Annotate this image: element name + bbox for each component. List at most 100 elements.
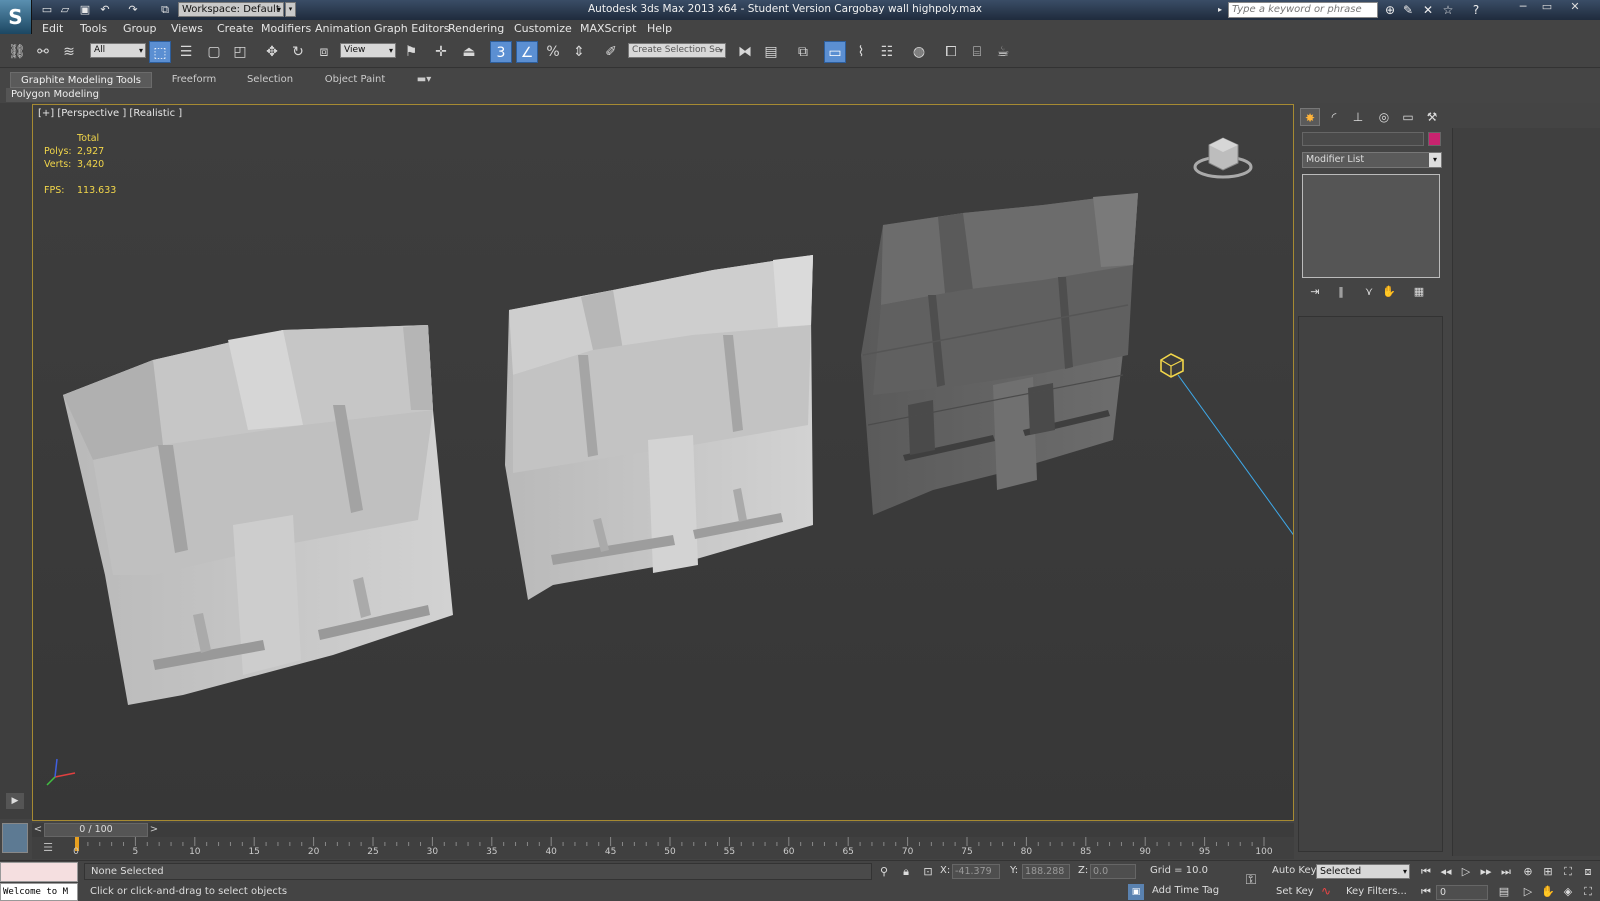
viewcube-icon[interactable]	[1193, 137, 1253, 179]
expand-arrow-icon[interactable]: ▶	[6, 793, 24, 809]
previous-frame-button-icon[interactable]: ◂◂	[1438, 864, 1454, 880]
add-time-tag-button[interactable]: Add Time Tag	[1152, 885, 1219, 896]
menu-create[interactable]: Create	[217, 22, 254, 35]
render-production-icon[interactable]: ☕	[992, 41, 1014, 63]
select-move-icon[interactable]: ✥	[261, 41, 283, 63]
key-mode-dropdown[interactable]: Selected ▾	[1316, 864, 1410, 879]
rectangular-selection-icon[interactable]: ▢	[203, 41, 225, 63]
angle-snap-icon[interactable]: ∠	[516, 41, 538, 63]
time-tag-icon[interactable]: ▣	[1128, 884, 1144, 900]
orbit-icon[interactable]: ◈	[1560, 884, 1576, 900]
schematic-view-icon[interactable]: ☷	[876, 41, 898, 63]
utilities-tab-icon[interactable]: ⚒	[1422, 108, 1442, 126]
remove-modifier-icon[interactable]: ✋	[1380, 284, 1398, 300]
unlink-icon[interactable]: ⚯	[32, 41, 54, 63]
zoom-extents-icon[interactable]: ⛶	[1560, 864, 1576, 880]
select-object-icon[interactable]: ⬚	[149, 41, 171, 63]
select-link-icon[interactable]: ⛓	[6, 41, 28, 63]
y-coord-field[interactable]: 188.288	[1022, 864, 1070, 879]
wall-model-2[interactable]	[505, 255, 813, 600]
modifier-stack[interactable]	[1302, 174, 1440, 278]
menu-modifiers[interactable]: Modifiers	[261, 22, 311, 35]
object-name-input[interactable]	[1302, 132, 1424, 146]
menu-help[interactable]: Help	[647, 22, 672, 35]
make-unique-icon[interactable]: ⋎	[1360, 284, 1378, 300]
workspace-dropdown[interactable]: Workspace: Default ▾	[178, 2, 284, 17]
render-setup-icon[interactable]: ⧠	[940, 41, 962, 63]
minimize-button[interactable]: ─	[1512, 1, 1534, 15]
selection-lock-icon[interactable]: 🔒︎	[898, 864, 914, 879]
go-to-start-icon[interactable]: ⏮	[1418, 864, 1434, 880]
menu-rendering[interactable]: Rendering	[448, 22, 504, 35]
time-slider[interactable]: < 0 / 100 >	[32, 823, 1294, 837]
next-frame-icon[interactable]: >	[148, 823, 160, 837]
rendered-frame-window-icon[interactable]: ⌸	[966, 41, 988, 63]
menu-group[interactable]: Group	[123, 22, 157, 35]
hierarchy-tab-icon[interactable]: ⊥	[1348, 108, 1368, 126]
subscription-icon[interactable]: ✎	[1400, 2, 1416, 18]
select-rotate-icon[interactable]: ↻	[287, 41, 309, 63]
wall-model-1[interactable]	[63, 325, 453, 705]
zoom-icon[interactable]: ⊕	[1520, 864, 1536, 880]
object-color-swatch[interactable]	[1428, 132, 1441, 146]
perspective-viewport[interactable]: [+] [Perspective ] [Realistic ] Total Po…	[32, 104, 1294, 821]
key-mode-toggle-icon[interactable]: ⏮	[1418, 884, 1434, 900]
reference-coordinate-dropdown[interactable]: View ▾	[340, 43, 396, 58]
undo-icon[interactable]: ↶	[98, 3, 112, 16]
graphite-ribbon-toggle-icon[interactable]: ▭	[824, 41, 846, 63]
bind-space-warp-icon[interactable]: ≋	[58, 41, 80, 63]
project-folder-icon[interactable]: ⧉	[158, 3, 172, 16]
next-frame-button-icon[interactable]: ▸▸	[1478, 864, 1494, 880]
snaps-toggle-icon[interactable]: 3	[490, 41, 512, 63]
search-input[interactable]: Type a keyword or phrase	[1228, 2, 1378, 18]
tab-freeform[interactable]: Freeform	[164, 72, 224, 88]
zoom-extents-all-icon[interactable]: ⧈	[1580, 864, 1596, 880]
tab-graphite-modeling-tools[interactable]: Graphite Modeling Tools	[10, 72, 152, 88]
isolate-selection-icon[interactable]: ⚲	[876, 864, 892, 879]
align-icon[interactable]: ▤	[760, 41, 782, 63]
pan-view-icon[interactable]: ✋	[1540, 884, 1556, 900]
edit-named-selection-icon[interactable]: ✐	[600, 41, 622, 63]
camera-helper[interactable]	[1160, 353, 1294, 537]
display-tab-icon[interactable]: ▭	[1398, 108, 1418, 126]
curve-editor-icon[interactable]: ⌇	[850, 41, 872, 63]
time-configuration-icon[interactable]: ▤	[1496, 884, 1512, 900]
binoculars-icon[interactable]: ⊕	[1382, 2, 1398, 18]
previous-frame-icon[interactable]: <	[32, 823, 44, 837]
select-by-name-icon[interactable]: ☰	[175, 41, 197, 63]
wall-model-3[interactable]	[861, 193, 1138, 515]
pivot-center-icon[interactable]: ⚑	[400, 41, 422, 63]
motion-tab-icon[interactable]: ◎	[1374, 108, 1394, 126]
menu-graph-editors[interactable]: Graph Editors	[374, 22, 450, 35]
show-end-result-icon[interactable]: ‖	[1332, 284, 1350, 300]
open-file-icon[interactable]: ▱	[58, 3, 72, 16]
pin-stack-icon[interactable]: ⇥	[1306, 284, 1324, 300]
menu-maxscript[interactable]: MAXScript	[580, 22, 636, 35]
set-key-button[interactable]: Set Key	[1276, 886, 1314, 897]
select-manipulate-icon[interactable]: ✛	[430, 41, 452, 63]
time-slider-thumb[interactable]: 0 / 100	[44, 823, 148, 837]
menu-animation[interactable]: Animation	[315, 22, 371, 35]
redo-icon[interactable]: ↷	[126, 3, 140, 16]
current-frame-spinner[interactable]: 0	[1436, 885, 1488, 900]
tab-object-paint[interactable]: Object Paint	[318, 72, 392, 88]
auto-key-button[interactable]: Auto Key	[1272, 865, 1317, 876]
mini-curve-editor-toggle[interactable]	[2, 823, 28, 853]
maximize-button[interactable]: ▭	[1536, 1, 1558, 15]
key-icon[interactable]: ⚿	[1240, 872, 1262, 890]
layer-manager-icon[interactable]: ⧉	[792, 41, 814, 63]
create-tab-icon[interactable]: ✸	[1300, 108, 1320, 126]
keyboard-shortcut-override-icon[interactable]: ⏏	[458, 41, 480, 63]
polygon-modeling-panel[interactable]: Polygon Modeling	[6, 88, 100, 102]
maxscript-listener-output[interactable]	[0, 862, 78, 882]
percent-snap-icon[interactable]: %	[542, 41, 564, 63]
spinner-snap-icon[interactable]: ⇕	[568, 41, 590, 63]
track-bar[interactable]: ☰ 0 5 10 15 20 25 30 35 40 45 50 55 60 65 70 75 80 85 90 95…	[32, 837, 1294, 859]
modifier-list-dropdown[interactable]: Modifier List ▾	[1302, 152, 1442, 168]
modify-tab-icon[interactable]: ◜	[1324, 108, 1344, 126]
viewport-label-menu[interactable]: [+] [Perspective ] [Realistic ]	[38, 108, 182, 119]
maximize-viewport-icon[interactable]: ⛶	[1580, 884, 1596, 900]
menu-customize[interactable]: Customize	[514, 22, 572, 35]
save-icon[interactable]: ▣	[78, 3, 92, 16]
window-crossing-icon[interactable]: ◰	[229, 41, 251, 63]
